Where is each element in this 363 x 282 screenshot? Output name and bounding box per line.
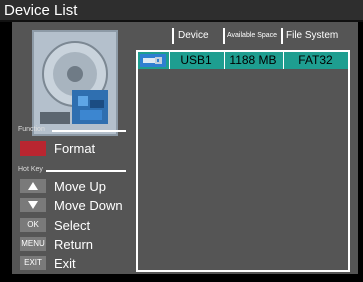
format-key-red[interactable]: [20, 141, 46, 156]
device-row-selected[interactable]: USB1 1188 MB FAT32: [138, 52, 348, 69]
header-separator: [172, 28, 174, 44]
move-down-label: Move Down: [54, 198, 123, 213]
device-name-cell: USB1: [180, 53, 212, 67]
hard-drive-image: [32, 30, 118, 136]
menu-key[interactable]: MENU: [20, 237, 46, 251]
file-system-cell: FAT32: [298, 53, 333, 67]
right-panel: Device Available Space File System USB1 …: [130, 22, 358, 274]
function-section-label: Function: [18, 126, 45, 133]
header-separator: [281, 28, 283, 44]
title-bar: Device List: [0, 0, 363, 22]
usb-drive-icon: [140, 54, 166, 67]
exit-label: Exit: [54, 256, 76, 271]
left-panel: Function Format Hot Key Move Up Move Dow…: [12, 22, 130, 274]
window-title: Device List: [4, 2, 78, 19]
move-down-key[interactable]: [20, 198, 46, 212]
header-separator: [223, 28, 225, 44]
move-up-label: Move Up: [54, 179, 107, 194]
arrow-down-icon: [28, 201, 38, 209]
function-divider: [52, 130, 126, 132]
hotkey-divider: [46, 170, 126, 172]
format-label: Format: [54, 141, 96, 156]
available-space-cell: 1188 MB: [229, 53, 277, 67]
hotkey-section-label: Hot Key: [18, 166, 43, 173]
return-label: Return: [54, 237, 94, 252]
move-up-key[interactable]: [20, 179, 46, 193]
ok-key[interactable]: OK: [20, 218, 46, 232]
arrow-up-icon: [28, 182, 38, 190]
device-list[interactable]: USB1 1188 MB FAT32: [136, 50, 350, 272]
exit-key[interactable]: EXIT: [20, 256, 46, 270]
column-header-available-space: Available Space: [227, 32, 278, 39]
column-header-file-system: File System: [286, 30, 339, 41]
column-header-device: Device: [178, 30, 209, 41]
select-label: Select: [54, 218, 91, 233]
